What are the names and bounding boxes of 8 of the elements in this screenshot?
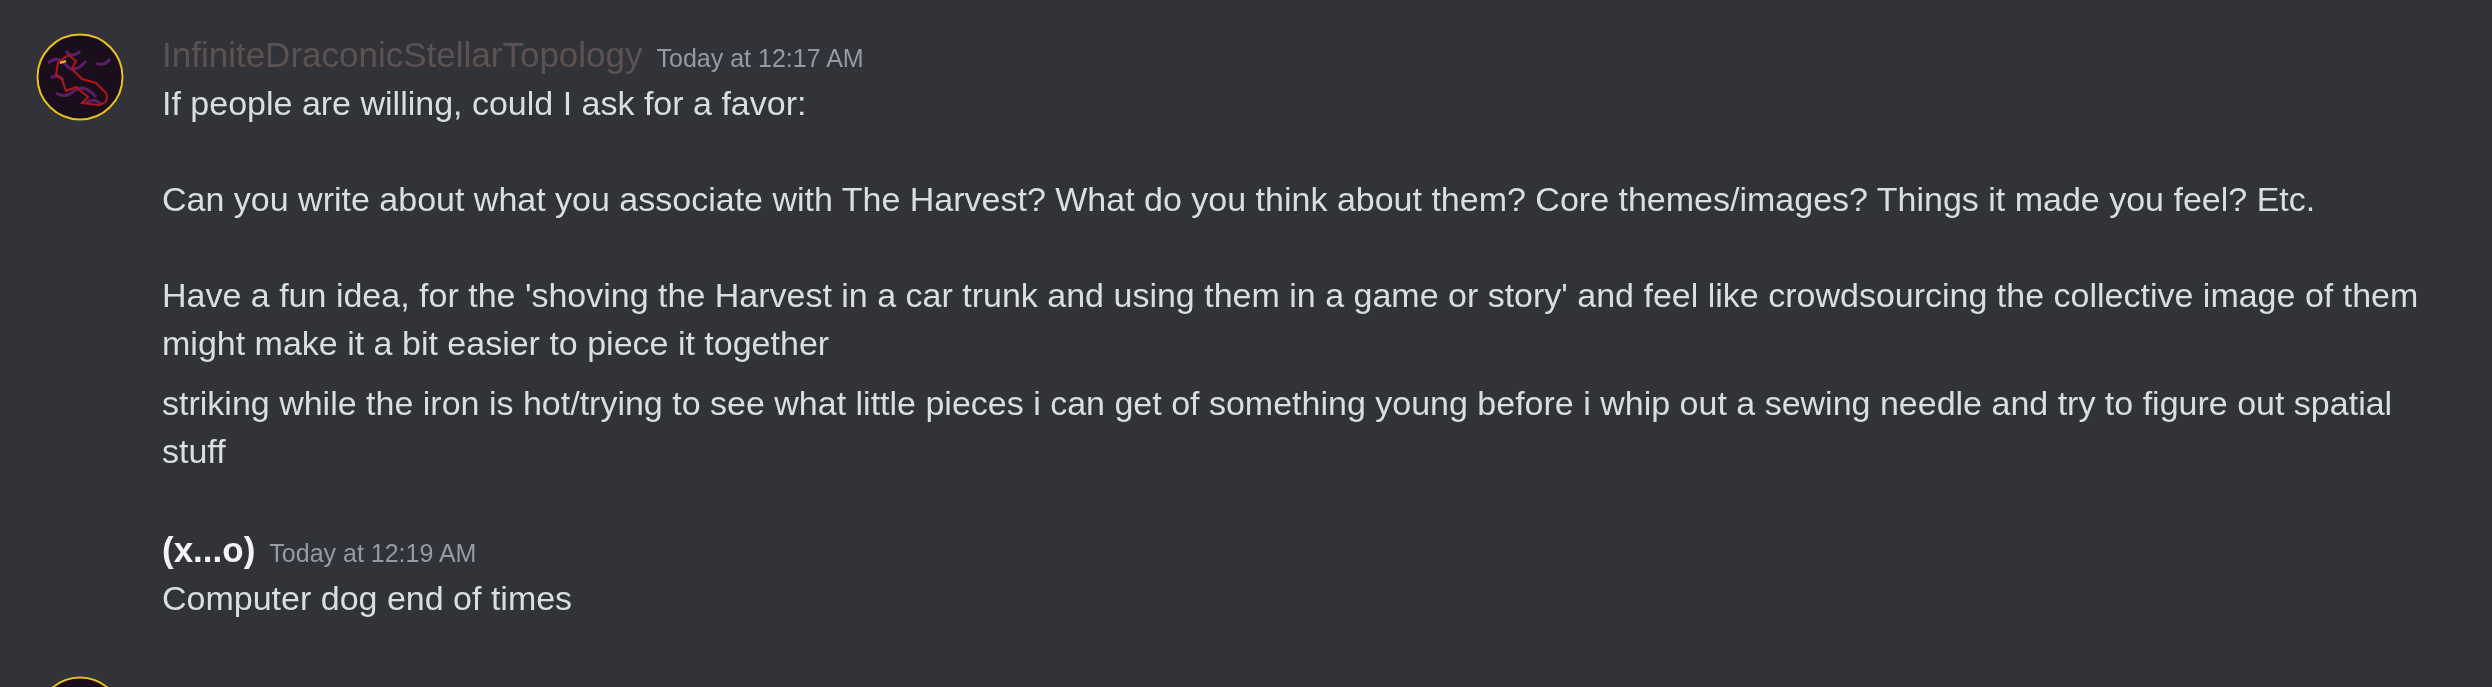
author-name[interactable]: (x...o) bbox=[162, 526, 256, 574]
message-text: striking while the iron is hot/trying to see what little pieces i can get of something young before i whip out a sewing needle and try to figure out spatial stuff bbox=[162, 383, 2394, 472]
avatar-icon[interactable] bbox=[36, 33, 124, 121]
timestamp: Today at 12:19 AM bbox=[269, 538, 477, 569]
message-text: Computer dog end of times bbox=[162, 578, 574, 619]
message-text: Can you write about what you associate with The Harvest? What do you think about them? Core themes/images? Things it made you feel? Etc. bbox=[162, 179, 2317, 220]
message-text: If people are willing, could I ask for a favor: bbox=[162, 83, 808, 124]
timestamp: Today at 12:17 AM bbox=[656, 43, 864, 74]
